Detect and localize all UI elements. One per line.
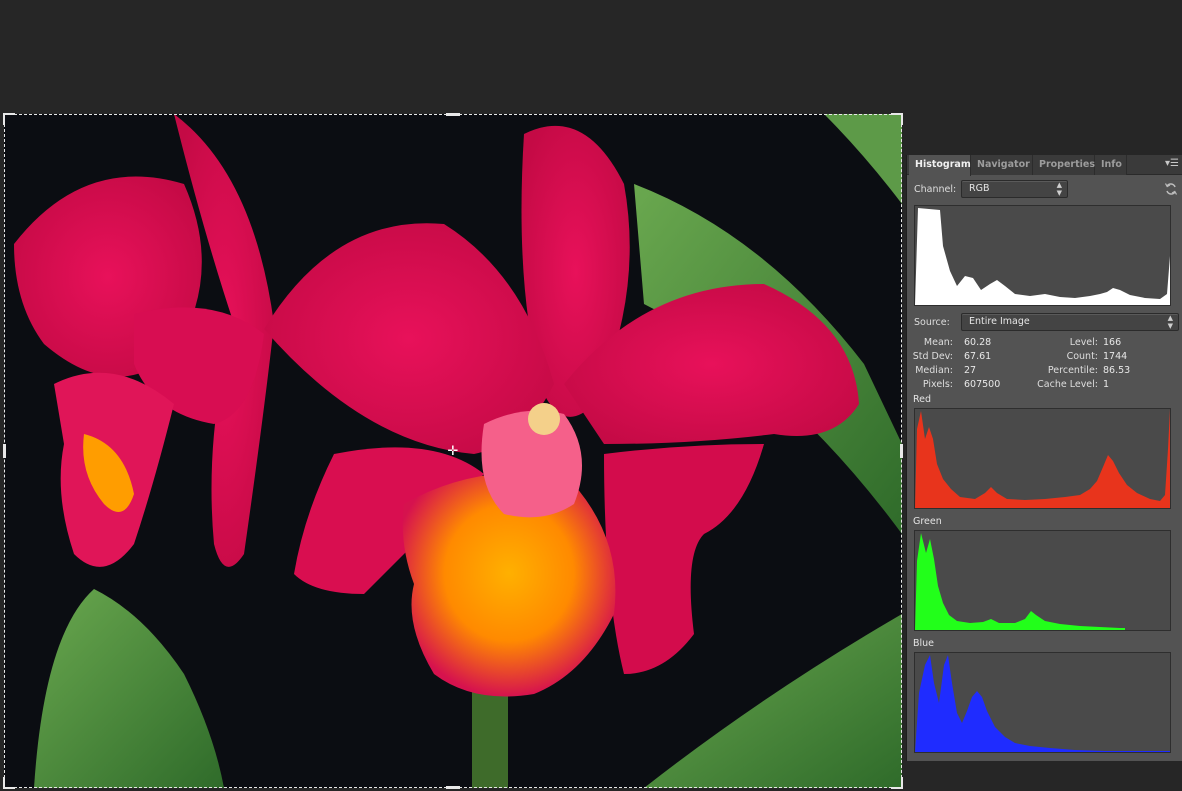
transform-handle-top[interactable] (446, 113, 460, 116)
panel-tab-bar: Histogram Navigator Properties Info ▾☰ (907, 155, 1182, 176)
transform-handle-top-right[interactable] (891, 113, 903, 125)
stat-stddev-value: 67.61 (964, 351, 992, 362)
tab-navigator[interactable]: Navigator (971, 155, 1033, 175)
tab-histogram[interactable]: Histogram (909, 155, 971, 176)
stat-cache-level-label: Cache Level: (1037, 379, 1098, 390)
refresh-icon[interactable] (1164, 182, 1178, 196)
transform-handle-right[interactable] (900, 444, 903, 458)
panel-menu-icon[interactable]: ▾☰ (1165, 158, 1179, 170)
channel-title-red: Red (913, 394, 932, 405)
stat-percentile-value: 86.53 (1103, 365, 1131, 376)
stat-pixels-label: Pixels: (922, 379, 953, 390)
histogram-panel: Histogram Navigator Properties Info ▾☰ C… (906, 155, 1182, 761)
transform-handle-top-left[interactable] (3, 113, 15, 125)
stat-level-value: 166 (1103, 337, 1122, 348)
source-select[interactable]: Entire Image ▲ ▼ (961, 313, 1179, 331)
tab-properties[interactable]: Properties (1033, 155, 1095, 175)
stat-mean-label: Mean: (923, 337, 953, 348)
stat-percentile-label: Percentile: (1047, 365, 1098, 376)
stat-pixels-value: 607500 (964, 379, 1001, 390)
channel-label: Channel: (914, 184, 957, 195)
select-arrows-icon: ▲ ▼ (1056, 181, 1062, 197)
transform-handle-bottom-left[interactable] (3, 777, 15, 789)
stat-count-value: 1744 (1103, 351, 1128, 362)
channel-select[interactable]: RGB ▲ ▼ (961, 180, 1068, 198)
histogram-blue[interactable] (914, 652, 1171, 753)
histogram-rgb[interactable] (914, 205, 1171, 306)
stat-cache-level-value: 1 (1103, 379, 1110, 390)
histogram-red[interactable] (914, 408, 1171, 509)
source-select-value: Entire Image (969, 316, 1030, 327)
channel-title-blue: Blue (913, 638, 935, 649)
transform-handle-bottom-right[interactable] (891, 777, 903, 789)
transform-handle-left[interactable] (3, 444, 6, 458)
crosshair-cursor-icon: ✛ (447, 444, 459, 459)
source-label: Source: (914, 317, 950, 328)
stat-stddev-label: Std Dev: (912, 351, 953, 362)
select-arrows-icon: ▲ ▼ (1167, 314, 1173, 330)
tab-info[interactable]: Info (1095, 155, 1127, 175)
stat-median-label: Median: (915, 365, 953, 376)
transform-handle-bottom[interactable] (446, 786, 460, 789)
channel-title-green: Green (913, 516, 942, 527)
stat-count-label: Count: (1066, 351, 1098, 362)
document-canvas[interactable]: ✛ (0, 0, 906, 791)
histogram-green[interactable] (914, 530, 1171, 631)
stat-median-value: 27 (964, 365, 977, 376)
channel-select-value: RGB (969, 183, 990, 194)
stat-level-label: Level: (1069, 337, 1098, 348)
stat-mean-value: 60.28 (964, 337, 992, 348)
